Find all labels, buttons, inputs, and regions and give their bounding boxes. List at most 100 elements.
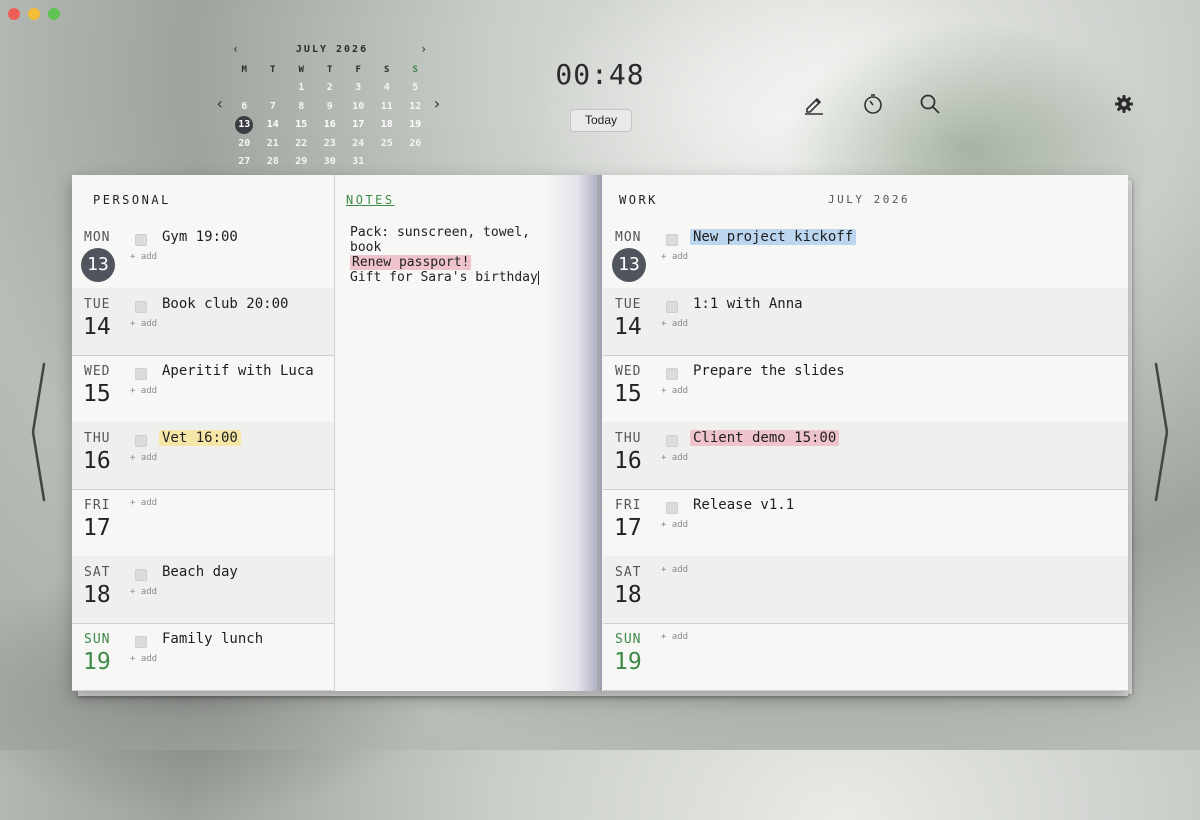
task-checkbox[interactable] xyxy=(666,368,678,380)
day-row-thu[interactable]: THU 16 + add Vet 16:00 xyxy=(72,422,334,490)
book-spine xyxy=(597,175,600,691)
mini-day[interactable]: 18 xyxy=(373,116,402,134)
day-row-sun[interactable]: SUN 19 + add xyxy=(603,623,1128,691)
mini-day-cell[interactable]: 13 xyxy=(230,116,259,135)
mini-day[interactable]: 7 xyxy=(259,98,288,116)
add-task-button[interactable]: + add xyxy=(661,386,688,396)
mini-day[interactable]: 6 xyxy=(230,98,259,116)
mini-day[interactable]: 24 xyxy=(344,135,373,153)
add-task-button[interactable]: + add xyxy=(130,319,157,329)
add-task-button[interactable]: + add xyxy=(661,252,688,262)
task-checkbox[interactable] xyxy=(135,636,147,648)
day-row-wed[interactable]: WED 15 + add Prepare the slides xyxy=(603,355,1128,423)
mini-day[interactable]: 22 xyxy=(287,135,316,153)
day-row-sat[interactable]: SAT 18 + add xyxy=(603,556,1128,624)
add-task-button[interactable]: + add xyxy=(661,319,688,329)
mini-day[interactable]: 2 xyxy=(316,79,345,97)
mini-day[interactable]: 26 xyxy=(401,135,430,153)
mini-day[interactable]: 12 xyxy=(401,98,430,116)
day-row-tue[interactable]: TUE 14 + add Book club 20:00 xyxy=(72,288,334,356)
day-row-fri[interactable]: FRI 17 + add Release v1.1 xyxy=(603,489,1128,557)
mini-day[interactable]: 17 xyxy=(344,116,373,134)
task-text[interactable]: Gym 19:00 xyxy=(159,229,241,245)
task-checkbox[interactable] xyxy=(135,301,147,313)
day-number: 16 xyxy=(83,448,111,474)
mini-day[interactable]: 9 xyxy=(316,98,345,116)
prev-week-icon[interactable]: ‹ xyxy=(215,94,225,113)
task-text[interactable]: 1:1 with Anna xyxy=(690,296,806,312)
pencil-icon[interactable] xyxy=(802,92,826,116)
search-icon[interactable] xyxy=(918,92,942,116)
add-task-button[interactable]: + add xyxy=(661,520,688,530)
task-text[interactable]: Beach day xyxy=(159,564,241,580)
task-checkbox[interactable] xyxy=(135,368,147,380)
task-text[interactable]: Client demo 15:00 xyxy=(690,430,840,446)
day-name: FRI xyxy=(84,498,111,513)
mini-day[interactable]: 23 xyxy=(316,135,345,153)
task-text[interactable]: Vet 16:00 xyxy=(159,430,241,446)
task-checkbox[interactable] xyxy=(666,234,678,246)
add-task-button[interactable]: + add xyxy=(661,632,688,642)
mini-day[interactable]: 31 xyxy=(344,153,373,171)
today-date-badge: 13 xyxy=(81,248,115,282)
mini-day[interactable]: 29 xyxy=(287,153,316,171)
minimize-button[interactable] xyxy=(28,8,40,20)
task-checkbox[interactable] xyxy=(666,435,678,447)
task-checkbox[interactable] xyxy=(666,502,678,514)
mini-day[interactable]: 5 xyxy=(401,79,430,97)
task-checkbox[interactable] xyxy=(135,234,147,246)
add-task-button[interactable]: + add xyxy=(130,386,157,396)
mini-day[interactable]: 20 xyxy=(230,135,259,153)
mini-day[interactable]: 1 xyxy=(287,79,316,97)
mini-day[interactable]: 28 xyxy=(259,153,288,171)
day-row-mon[interactable]: MON 13 + add New project kickoff xyxy=(603,221,1128,289)
task-text[interactable]: Prepare the slides xyxy=(690,363,848,379)
day-row-wed[interactable]: WED 15 + add Aperitif with Luca xyxy=(72,355,334,423)
mini-day[interactable]: 3 xyxy=(344,79,373,97)
add-task-button[interactable]: + add xyxy=(130,252,157,262)
add-task-button[interactable]: + add xyxy=(661,453,688,463)
task-text[interactable]: Book club 20:00 xyxy=(159,296,291,312)
next-month-icon[interactable]: › xyxy=(420,42,427,56)
mini-day[interactable]: 25 xyxy=(373,135,402,153)
day-row-sat[interactable]: SAT 18 + add Beach day xyxy=(72,556,334,624)
add-task-button[interactable]: + add xyxy=(130,654,157,664)
today-button[interactable]: Today xyxy=(570,109,632,132)
zoom-button[interactable] xyxy=(48,8,60,20)
next-week-arrow[interactable] xyxy=(1152,362,1170,502)
add-task-button[interactable]: + add xyxy=(661,565,688,575)
day-row-fri[interactable]: FRI 17 + add xyxy=(72,489,334,557)
task-checkbox[interactable] xyxy=(135,569,147,581)
add-task-button[interactable]: + add xyxy=(130,498,157,508)
mini-day[interactable]: 19 xyxy=(401,116,430,134)
mini-day[interactable]: 11 xyxy=(373,98,402,116)
gear-icon[interactable] xyxy=(1112,92,1136,116)
task-text[interactable]: Family lunch xyxy=(159,631,266,647)
close-button[interactable] xyxy=(8,8,20,20)
task-text[interactable]: New project kickoff xyxy=(690,229,857,245)
day-row-tue[interactable]: TUE 14 + add 1:1 with Anna xyxy=(603,288,1128,356)
task-checkbox[interactable] xyxy=(135,435,147,447)
day-row-thu[interactable]: THU 16 + add Client demo 15:00 xyxy=(603,422,1128,490)
add-task-button[interactable]: + add xyxy=(130,587,157,597)
previous-week-arrow[interactable] xyxy=(30,362,48,502)
mini-day[interactable]: 14 xyxy=(259,116,288,134)
day-row-mon[interactable]: MON 13 + add Gym 19:00 xyxy=(72,221,334,289)
task-text[interactable]: Release v1.1 xyxy=(690,497,797,513)
notes-text-area[interactable]: Pack: sunscreen, towel, book Renew passp… xyxy=(350,225,555,285)
add-task-button[interactable]: + add xyxy=(130,453,157,463)
task-text[interactable]: Aperitif with Luca xyxy=(159,363,317,379)
mini-day[interactable]: 15 xyxy=(287,116,316,134)
next-week-icon[interactable]: › xyxy=(432,94,442,113)
mini-day[interactable]: 30 xyxy=(316,153,345,171)
timer-icon[interactable] xyxy=(861,92,885,116)
task-checkbox[interactable] xyxy=(666,301,678,313)
mini-day[interactable]: 16 xyxy=(316,116,345,134)
mini-day[interactable]: 8 xyxy=(287,98,316,116)
mini-day[interactable]: 10 xyxy=(344,98,373,116)
mini-day[interactable]: 21 xyxy=(259,135,288,153)
selected-day[interactable]: 13 xyxy=(235,116,254,135)
day-row-sun[interactable]: SUN 19 + add Family lunch xyxy=(72,623,334,691)
mini-day[interactable]: 27 xyxy=(230,153,259,171)
mini-day[interactable]: 4 xyxy=(373,79,402,97)
